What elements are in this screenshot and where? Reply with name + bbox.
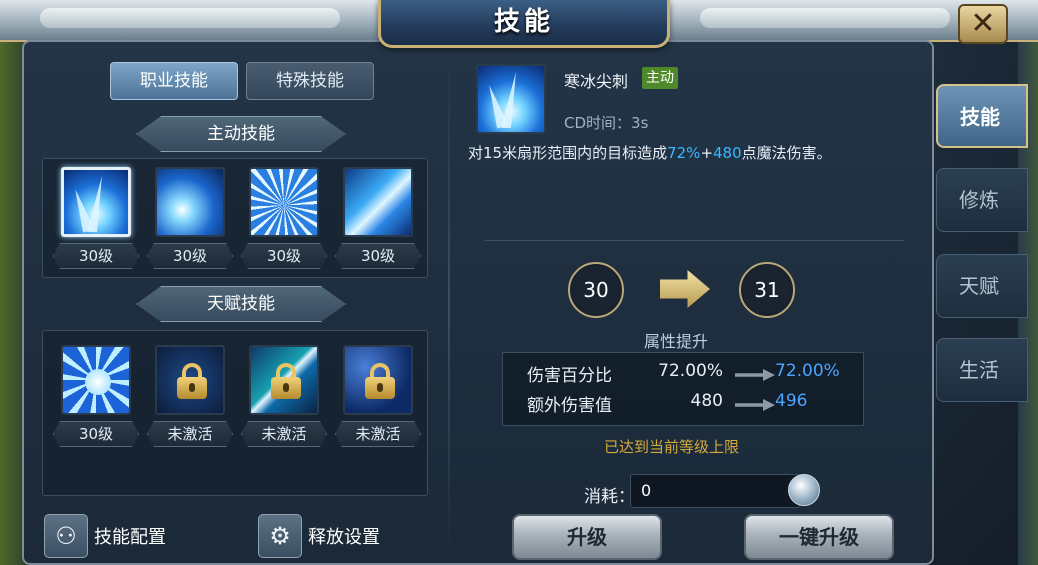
skill-level: 30级 (147, 243, 233, 269)
skill-slot[interactable]: 未激活 (147, 345, 233, 447)
talent-skills-header: 天赋技能 (136, 286, 346, 322)
divider (448, 52, 450, 557)
ice-comet-icon[interactable] (155, 167, 225, 237)
skill-level: 30级 (335, 243, 421, 269)
cloud-ornament (700, 8, 950, 28)
lock-icon (365, 363, 395, 399)
skill-slot[interactable]: 30级 (241, 167, 327, 269)
side-tab-skills[interactable]: 技能 (936, 84, 1028, 148)
cloud-ornament (40, 8, 340, 28)
attribute-title: 属性提升 (644, 332, 709, 351)
skill-level: 30级 (53, 421, 139, 447)
side-tab-training[interactable]: 修炼 (936, 168, 1028, 232)
skill-slot[interactable]: 30级 (53, 167, 139, 269)
cost-field: 0 (630, 474, 800, 508)
stat-current: 72.00% (658, 361, 723, 381)
close-button[interactable]: ✕ (958, 4, 1008, 44)
skill-description: 对15米扇形范围内的目标造成72%+480点魔法伤害。 (468, 144, 832, 162)
max-level-note: 已达到当前等级上限 (604, 438, 740, 456)
skill-config-button[interactable]: ⚇ 技能配置 (44, 514, 166, 558)
release-settings-button[interactable]: ⚙ 释放设置 (258, 514, 380, 558)
stat-current: 480 (690, 391, 723, 411)
lock-icon (271, 363, 301, 399)
upgrade-button[interactable]: 升级 (512, 514, 662, 560)
skill-level: 未激活 (147, 421, 233, 447)
active-skills-header: 主动技能 (136, 116, 346, 152)
locked-skill-icon[interactable] (249, 345, 319, 415)
ice-shard-icon[interactable] (343, 167, 413, 237)
current-level: 30 (568, 262, 624, 318)
skill-config-label: 技能配置 (94, 527, 166, 548)
skill-panel: 职业技能 特殊技能 主动技能 30级 30级 30级 30级 天赋技能 30级 … (22, 40, 934, 565)
talent-skills-grid: 30级 未激活 未激活 未激活 (42, 330, 428, 496)
upgrade-all-button[interactable]: 一键升级 (744, 514, 894, 560)
skill-type-badge: 主动 (642, 67, 678, 89)
cost-label: 消耗： (584, 487, 635, 507)
stat-label: 额外伤害值 (527, 396, 612, 416)
tab-class-skills[interactable]: 职业技能 (110, 62, 238, 100)
arrow-icon (735, 369, 775, 381)
game-scene: 职业技能 特殊技能 主动技能 30级 30级 30级 30级 天赋技能 30级 … (0, 0, 1038, 565)
skill-level: 未激活 (335, 421, 421, 447)
arrow-icon (735, 399, 775, 411)
gear-icon: ⚙ (258, 514, 302, 558)
next-level: 31 (739, 262, 795, 318)
stat-next: 496 (775, 391, 808, 411)
config-icon: ⚇ (44, 514, 88, 558)
skill-slot[interactable]: 30级 (147, 167, 233, 269)
locked-skill-icon[interactable] (155, 345, 225, 415)
tab-special-skills[interactable]: 特殊技能 (246, 62, 374, 100)
skill-slot[interactable]: 30级 (53, 345, 139, 447)
side-tab-talent[interactable]: 天赋 (936, 254, 1028, 318)
skill-name: 寒冰尖刺 (564, 72, 629, 91)
skill-slot[interactable]: 未激活 (241, 345, 327, 447)
skill-level: 30级 (53, 243, 139, 269)
page-title: 技能 (493, 7, 554, 37)
frost-vortex-icon[interactable] (61, 345, 131, 415)
skill-detail-section: 寒冰尖刺 主动 CD时间：3s 对15米扇形范围内的目标造成72%+480点魔法… (464, 52, 924, 560)
skill-level: 未激活 (241, 421, 327, 447)
stat-table: 伤害百分比 72.00% 72.00% 额外伤害值 480 496 (502, 352, 864, 426)
arrow-right-icon (660, 270, 710, 308)
active-skills-grid: 30级 30级 30级 30级 (42, 158, 428, 278)
skill-level: 30级 (241, 243, 327, 269)
stat-row: 伤害百分比 72.00% 72.00% (503, 361, 865, 391)
cooldown-text: CD时间：3s (564, 114, 649, 132)
locked-skill-icon[interactable] (343, 345, 413, 415)
skill-slot[interactable]: 30级 (335, 167, 421, 269)
side-tab-life[interactable]: 生活 (936, 338, 1028, 402)
lock-icon (177, 363, 207, 399)
silver-coin-icon (788, 474, 820, 506)
ice-spike-icon (476, 64, 546, 134)
skill-list-section: 职业技能 特殊技能 主动技能 30级 30级 30级 30级 天赋技能 30级 … (38, 52, 448, 558)
release-settings-label: 释放设置 (308, 527, 380, 548)
frost-burst-icon[interactable] (249, 167, 319, 237)
stat-label: 伤害百分比 (527, 366, 612, 386)
skill-slot[interactable]: 未激活 (335, 345, 421, 447)
ice-spike-icon[interactable] (61, 167, 131, 237)
stat-next: 72.00% (775, 361, 840, 381)
separator (484, 240, 904, 241)
stat-row: 额外伤害值 480 496 (503, 391, 865, 421)
title-plate: 技能 (378, 0, 670, 48)
